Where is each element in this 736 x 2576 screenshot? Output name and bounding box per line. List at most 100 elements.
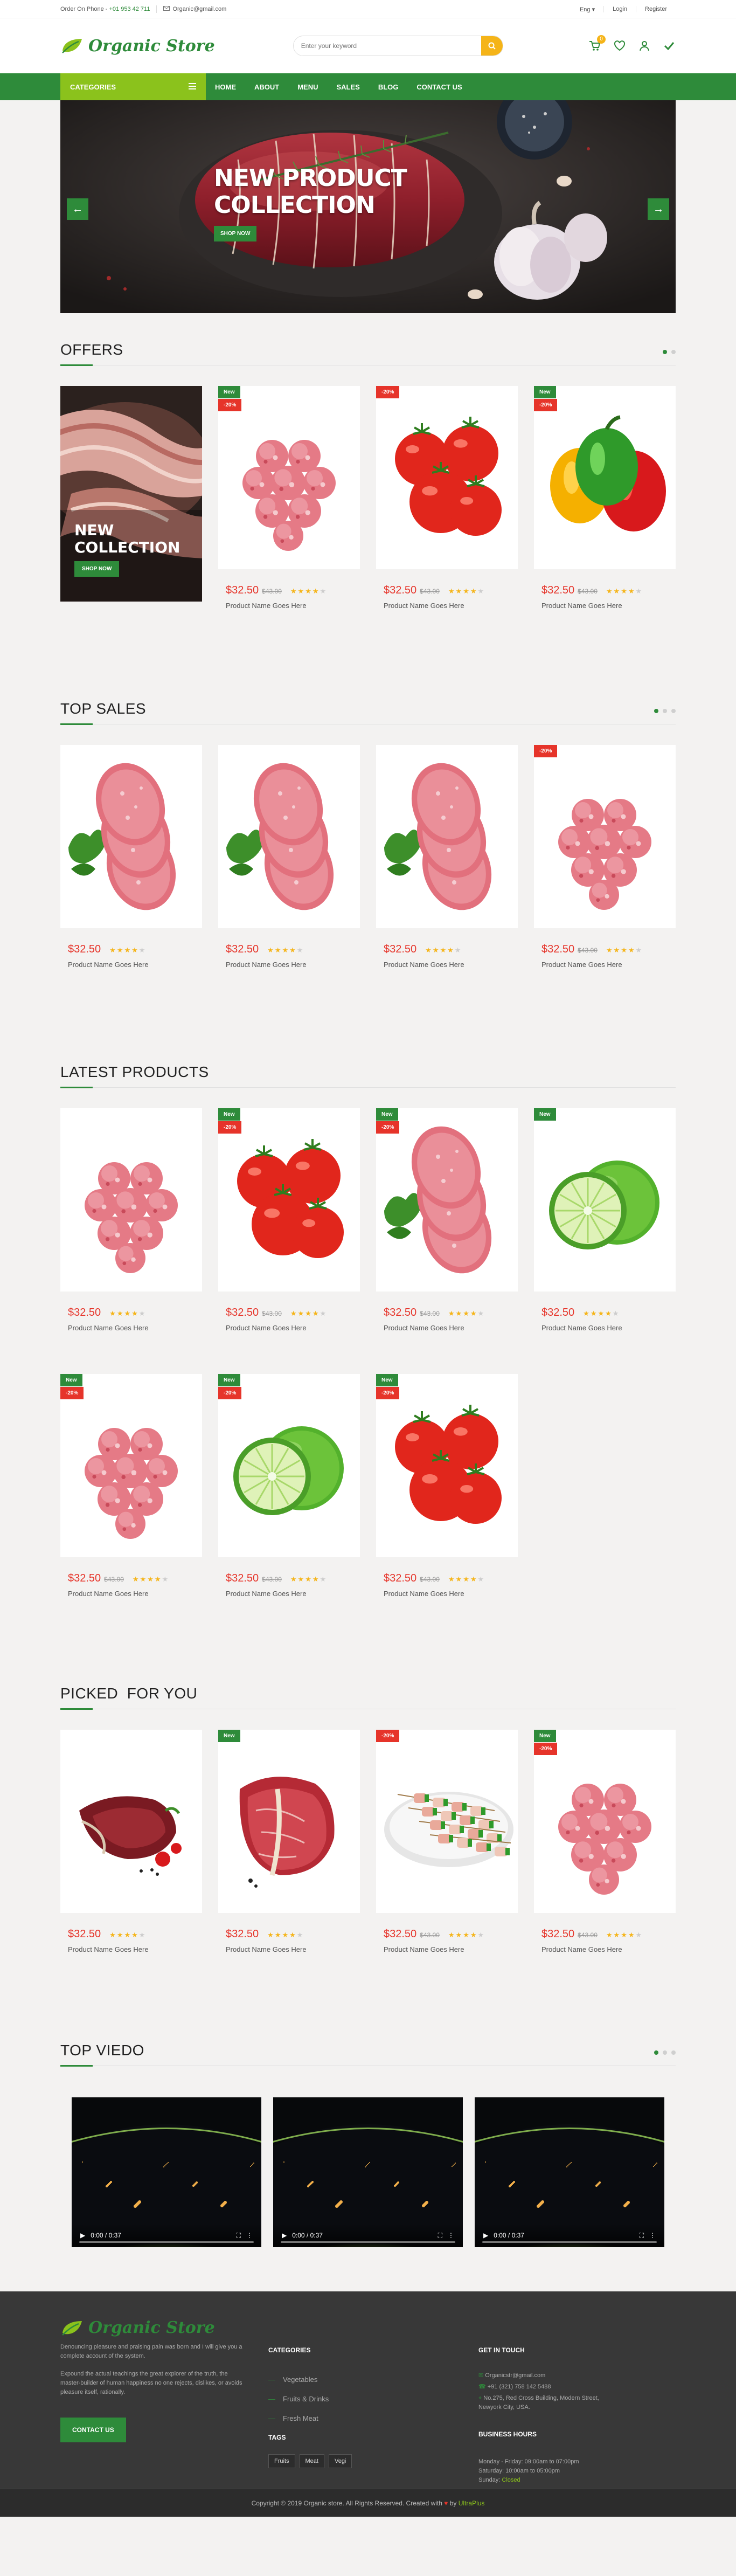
product-name[interactable]: Product Name Goes Here [68, 1324, 195, 1332]
product-image[interactable] [376, 745, 518, 928]
checkout-button[interactable] [663, 39, 676, 52]
product-name[interactable]: Product Name Goes Here [226, 1945, 352, 1953]
product-name[interactable]: Product Name Goes Here [541, 1324, 668, 1332]
product-card[interactable]: $32.50 ★★★★★ Product Name Goes Here [376, 745, 518, 969]
product-card[interactable]: $32.50 ★★★★★ Product Name Goes Here [60, 1108, 202, 1332]
product-image[interactable] [60, 745, 202, 928]
carousel-dot[interactable] [671, 709, 676, 713]
product-card[interactable]: New -20% $32.50 $43.00 ★★★★★ Product Name … [376, 1108, 518, 1332]
nav-home[interactable]: HOME [206, 83, 245, 91]
promo-shop-now-button[interactable]: SHOP NOW [74, 561, 120, 577]
product-card[interactable]: $32.50 ★★★★★ Product Name Goes Here [60, 745, 202, 969]
tag-link[interactable]: Fruits [268, 2454, 295, 2468]
product-image[interactable] [60, 1108, 202, 1292]
nav-about[interactable]: ABOUT [245, 83, 288, 91]
product-name[interactable]: Product Name Goes Here [68, 1945, 195, 1953]
product-name[interactable]: Product Name Goes Here [541, 602, 668, 610]
nav-menu[interactable]: MENU [288, 83, 327, 91]
product-image-frame[interactable]: New -20% [218, 1374, 360, 1557]
product-name[interactable]: Product Name Goes Here [226, 1590, 352, 1598]
product-card[interactable]: -20% $32.50 $43.00 ★★★★★ Product Name Goes… [376, 1730, 518, 1953]
product-image-frame[interactable] [60, 1730, 202, 1913]
carousel-dot[interactable] [663, 709, 667, 713]
register-link[interactable]: Register [636, 6, 676, 12]
play-icon[interactable]: ▶ [80, 2232, 85, 2239]
product-name[interactable]: Product Name Goes Here [384, 1590, 510, 1598]
product-name[interactable]: Product Name Goes Here [541, 1945, 668, 1953]
product-image-frame[interactable] [60, 745, 202, 928]
product-card[interactable]: $32.50 ★★★★★ Product Name Goes Here [218, 745, 360, 969]
video-progress-track[interactable] [482, 2241, 657, 2243]
play-icon[interactable]: ▶ [483, 2232, 488, 2239]
carousel-dot[interactable] [654, 709, 658, 713]
product-image-frame[interactable]: -20% [534, 745, 676, 928]
product-image-frame[interactable]: New -20% [218, 1108, 360, 1292]
categories-toggle[interactable]: CATEGORIES [60, 73, 206, 100]
hero-prev-arrow[interactable]: ← [67, 198, 88, 220]
carousel-dot[interactable] [663, 350, 667, 354]
product-card[interactable]: $32.50 ★★★★★ Product Name Goes Here [60, 1730, 202, 1953]
nav-sales[interactable]: SALES [328, 83, 369, 91]
product-card[interactable]: New -20% $32.50 $43.00 ★★★★★ Product Name … [218, 1374, 360, 1598]
contact-us-button[interactable]: CONTACT US [60, 2418, 126, 2442]
product-image[interactable] [60, 1730, 202, 1913]
login-link[interactable]: Login [603, 6, 636, 12]
hero-shop-now-button[interactable]: SHOP NOW [214, 226, 257, 241]
product-image-frame[interactable]: New -20% [60, 1374, 202, 1557]
phone-number[interactable]: +01 953 42 711 [109, 6, 150, 12]
video-player[interactable]: ▶ 0:00 / 0:37 ⛶ ⋮ [475, 2097, 664, 2247]
product-card[interactable]: -20% $32.50 $43.00 ★★★★★ Product Name Goes… [376, 386, 518, 610]
tag-link[interactable]: Vegi [328, 2454, 352, 2468]
product-image-frame[interactable] [376, 745, 518, 928]
product-image-frame[interactable]: New [534, 1108, 676, 1292]
product-image[interactable] [376, 386, 518, 569]
product-name[interactable]: Product Name Goes Here [384, 961, 510, 969]
search-input[interactable] [293, 36, 481, 56]
footer-category-link[interactable]: — Vegetables [268, 2375, 478, 2384]
product-image-frame[interactable]: New -20% [534, 386, 676, 569]
video-player[interactable]: ▶ 0:00 / 0:37 ⛶ ⋮ [273, 2097, 463, 2247]
product-name[interactable]: Product Name Goes Here [226, 602, 352, 610]
footer-phone[interactable]: ☎ +91 (321) 758 142 5488 [478, 2382, 676, 2392]
product-image-frame[interactable]: New -20% [534, 1730, 676, 1913]
carousel-dot[interactable] [671, 2050, 676, 2055]
cart-button[interactable]: 0 [588, 35, 606, 52]
product-card[interactable]: New $32.50 ★★★★★ Product Name Goes Here [218, 1730, 360, 1953]
hero-next-arrow[interactable]: → [648, 198, 669, 220]
fullscreen-icon[interactable]: ⛶ [237, 2232, 241, 2240]
nav-blog[interactable]: BLOG [369, 83, 408, 91]
product-image[interactable] [218, 1108, 360, 1292]
product-image-frame[interactable] [218, 745, 360, 928]
logo[interactable]: Organic Store [60, 37, 215, 56]
product-image[interactable] [534, 745, 676, 928]
product-card[interactable]: New -20% $32.50 $43.00 ★★★★★ Product Name … [376, 1374, 518, 1598]
product-image-frame[interactable] [60, 1108, 202, 1292]
wishlist-button[interactable] [613, 39, 626, 52]
fullscreen-icon[interactable]: ⛶ [640, 2232, 644, 2240]
product-image[interactable] [218, 386, 360, 569]
footer-logo[interactable]: Organic Store [60, 2318, 247, 2337]
product-image-frame[interactable]: New [218, 1730, 360, 1913]
product-image[interactable] [60, 1374, 202, 1557]
product-card[interactable]: New -20% $32.50 $43.00 ★★★★★ Product Name … [534, 1730, 676, 1953]
carousel-dot[interactable] [671, 350, 676, 354]
product-image[interactable] [218, 745, 360, 928]
copyright-author-link[interactable]: UltraPlus [459, 2499, 485, 2507]
product-image-frame[interactable]: New -20% [376, 1374, 518, 1557]
product-image[interactable] [534, 1730, 676, 1913]
product-card[interactable]: New -20% $32.50 $43.00 ★★★★★ Product Name … [60, 1374, 202, 1598]
account-button[interactable] [638, 39, 651, 52]
play-icon[interactable]: ▶ [282, 2232, 287, 2239]
product-name[interactable]: Product Name Goes Here [226, 1324, 352, 1332]
product-image-frame[interactable]: -20% [376, 1730, 518, 1913]
product-name[interactable]: Product Name Goes Here [384, 1945, 510, 1953]
product-card[interactable]: -20% $32.50 $43.00 ★★★★★ Product Name Goes… [534, 745, 676, 969]
carousel-dot[interactable] [663, 2050, 667, 2055]
footer-category-link[interactable]: — Fresh Meat [268, 2414, 478, 2422]
product-name[interactable]: Product Name Goes Here [226, 961, 352, 969]
product-image[interactable] [534, 1108, 676, 1292]
product-image[interactable] [534, 386, 676, 569]
product-card[interactable]: New $32.50 ★★★★★ Product Name Goes Here [534, 1108, 676, 1332]
product-name[interactable]: Product Name Goes Here [68, 961, 195, 969]
email-info[interactable]: Organic@gmail.com [163, 6, 226, 12]
